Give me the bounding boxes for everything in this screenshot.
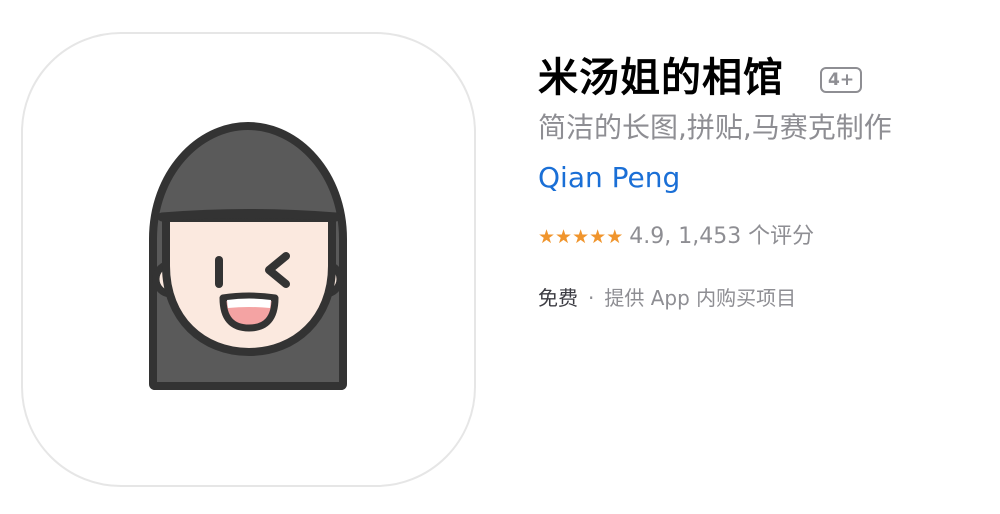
star-icon: ★: [589, 226, 607, 248]
app-title: 米汤姐的相馆: [538, 55, 784, 101]
face-shape: [162, 214, 336, 356]
separator-dot: ·: [588, 286, 595, 310]
developer-link[interactable]: Qian Peng: [538, 158, 680, 198]
star-icon: ★: [606, 226, 624, 248]
rating-summary: 4.9, 1,453 个评分: [629, 224, 815, 249]
star-icon: ★: [538, 226, 556, 248]
rating-row[interactable]: ★ ★ ★ ★ ★ 4.9, 1,453 个评分: [538, 222, 814, 252]
app-icon[interactable]: [21, 32, 476, 487]
winking-girl-icon: [149, 122, 347, 390]
price-label: 免费: [538, 286, 578, 310]
title-row: 米汤姐的相馆 4+: [538, 52, 863, 104]
bangs-line: [157, 209, 341, 222]
in-app-purchase-note: 提供 App 内购买项目: [604, 286, 797, 310]
star-icon: ★: [555, 226, 573, 248]
star-icon: ★: [572, 226, 590, 248]
age-rating-badge: 4+: [820, 67, 863, 93]
app-subtitle: 简洁的长图,拼贴,马赛克制作: [538, 111, 892, 144]
teeth: [227, 298, 271, 308]
price-row: 免费 · 提供 App 内购买项目: [538, 283, 796, 313]
app-store-listing: 米汤姐的相馆 4+ 简洁的长图,拼贴,马赛克制作 Qian Peng ★ ★ ★…: [0, 0, 1000, 514]
star-rating: ★ ★ ★ ★ ★: [538, 225, 623, 249]
